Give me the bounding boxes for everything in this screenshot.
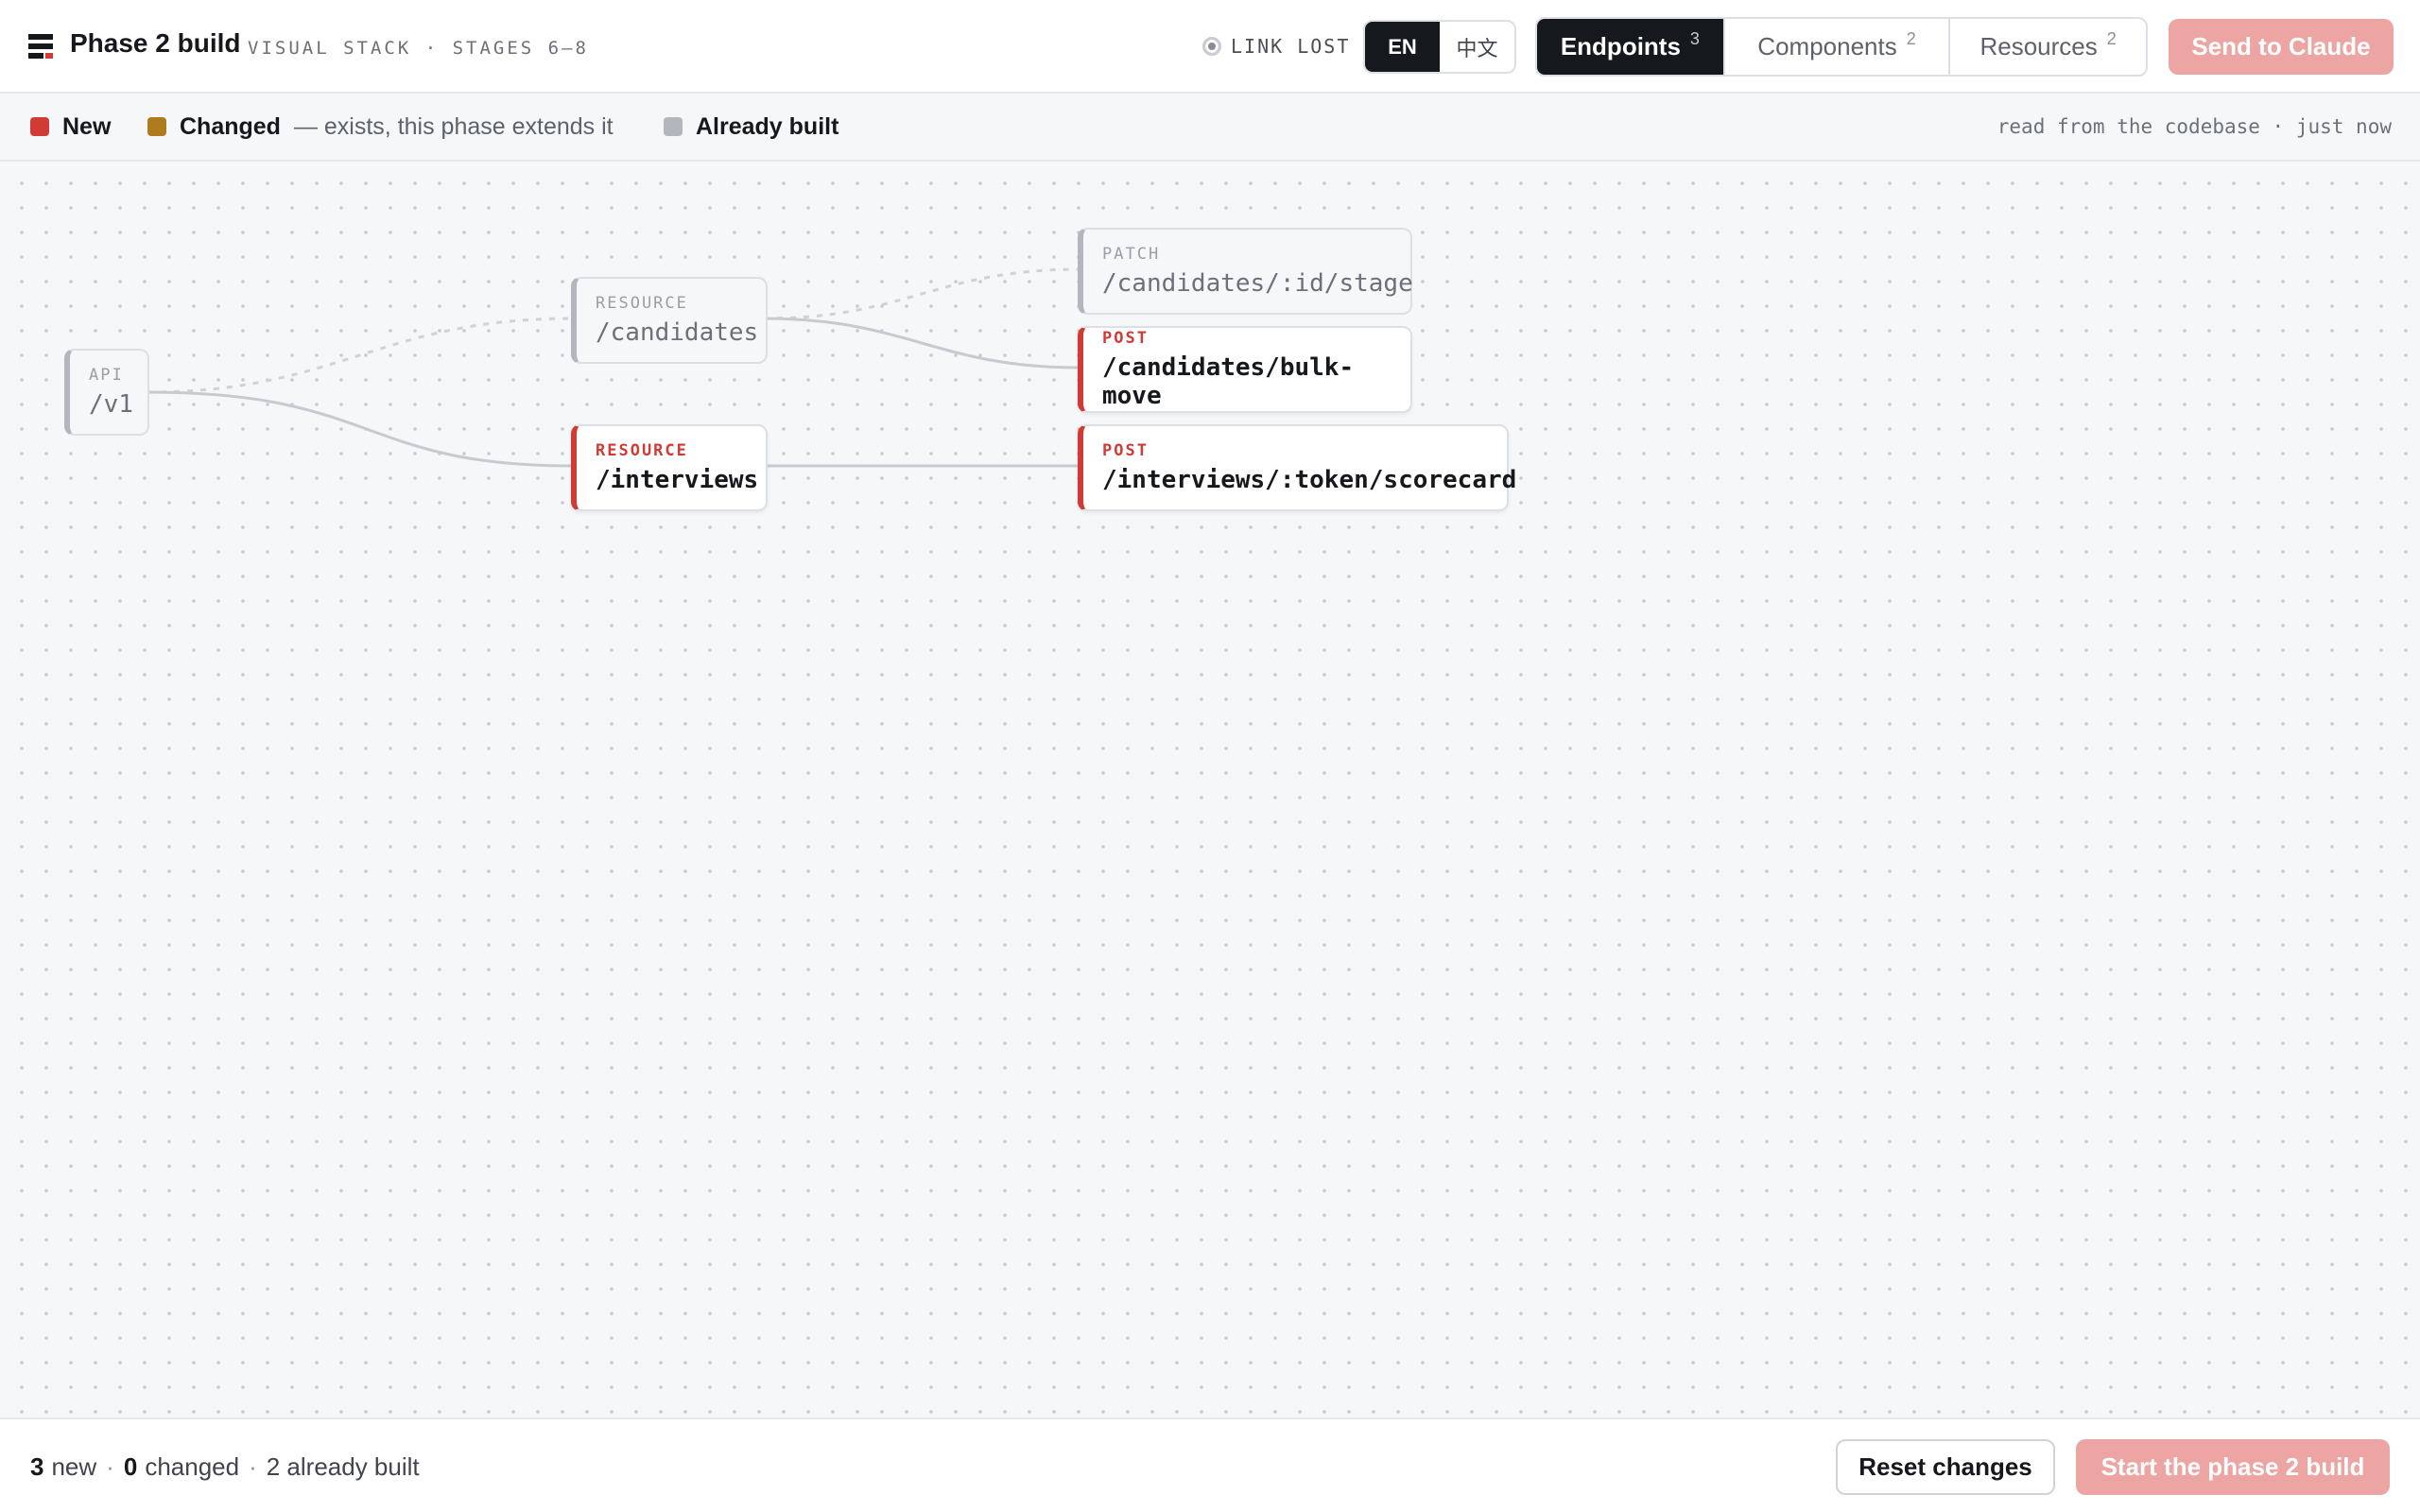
node-kind: RESOURCE — [596, 441, 688, 460]
node-path: /candidates — [596, 318, 759, 347]
tab-endpoints[interactable]: Endpoints 3 — [1537, 19, 1725, 75]
stack-logo-icon — [28, 34, 53, 59]
built-text: 2 already built — [266, 1452, 420, 1481]
node-path: /interviews — [596, 466, 759, 494]
send-to-claude-button[interactable]: Send to Claude — [2169, 19, 2394, 75]
node-kind: RESOURCE — [596, 294, 688, 313]
new-swatch-icon — [30, 117, 49, 136]
tab-endpoints-label: Endpoints — [1560, 32, 1681, 60]
new-count: 3 — [30, 1452, 44, 1481]
tab-endpoints-count: 3 — [1689, 29, 1700, 48]
edge-v1-interviews — [147, 390, 574, 468]
legend-changed: Changed — exists, this phase extends it — [147, 94, 614, 160]
legend-built-label: Already built — [696, 112, 839, 140]
page-subtitle: VISUAL STACK · STAGES 6–8 — [248, 38, 589, 59]
summary-separator: · — [106, 1452, 114, 1481]
node-kind: POST — [1102, 441, 1149, 460]
tab-components-label: Components — [1757, 32, 1897, 60]
node-kind: POST — [1102, 329, 1149, 348]
view-tabs: Endpoints 3 Components 2 Resources 2 — [1535, 17, 2148, 77]
lang-zh-button[interactable]: 中文 — [1440, 22, 1514, 72]
changed-text: changed — [145, 1452, 240, 1481]
source-note: read from the codebase · just now — [1996, 115, 2392, 138]
node-api-v1[interactable]: API /v1 — [64, 349, 149, 436]
node-kind: PATCH — [1102, 245, 1161, 264]
changed-count: 0 — [123, 1452, 138, 1481]
tab-resources-count: 2 — [2106, 29, 2117, 48]
link-status-text: LINK LOST — [1231, 35, 1351, 58]
node-post-bulk-move[interactable]: POST /candidates/bulk-move — [1078, 326, 1412, 413]
built-swatch-icon — [664, 117, 683, 136]
link-status: LINK LOST — [1202, 34, 1350, 59]
edge-candidates-bulk — [763, 317, 1080, 369]
edge-v1-candidates — [147, 317, 574, 394]
changed-swatch-icon — [147, 117, 166, 136]
legend-changed-note: — exists, this phase extends it — [293, 112, 614, 140]
lang-en-button[interactable]: EN — [1365, 22, 1440, 72]
change-summary: 3 new · 0 changed · 2 already built — [30, 1419, 420, 1512]
node-path: /candidates/:id/stage — [1102, 269, 1413, 298]
node-path: /interviews/:token/scorecard — [1102, 466, 1517, 494]
node-kind: API — [89, 366, 124, 385]
tab-resources[interactable]: Resources 2 — [1950, 19, 2146, 75]
edge-candidates-stage — [763, 267, 1080, 320]
node-path: /v1 — [89, 390, 133, 419]
legend-changed-label: Changed — [180, 112, 281, 140]
top-bar: Phase 2 build VISUAL STACK · STAGES 6–8 … — [0, 0, 2420, 94]
tab-components-count: 2 — [1906, 29, 1916, 48]
tab-resources-label: Resources — [1979, 32, 2098, 60]
legend-new-label: New — [62, 112, 112, 140]
bottom-bar: 3 new · 0 changed · 2 already built Rese… — [0, 1418, 2420, 1512]
reset-changes-button[interactable]: Reset changes — [1836, 1439, 2055, 1495]
legend-bar: New Changed — exists, this phase extends… — [0, 94, 2420, 162]
node-path: /candidates/bulk-move — [1102, 353, 1355, 410]
status-dot-icon — [1202, 37, 1221, 56]
node-patch-stage[interactable]: PATCH /candidates/:id/stage — [1078, 228, 1413, 315]
new-text: new — [51, 1452, 97, 1481]
legend-new: New — [30, 94, 111, 160]
start-build-button[interactable]: Start the phase 2 build — [2076, 1439, 2390, 1495]
endpoint-canvas[interactable]: API /v1 RESOURCE /candidates RESOURCE /i… — [0, 162, 2420, 1418]
language-toggle: EN 中文 — [1363, 20, 1516, 74]
node-post-scorecard[interactable]: POST /interviews/:token/scorecard — [1078, 424, 1517, 511]
page-title: Phase 2 build — [70, 28, 241, 58]
node-resource-candidates[interactable]: RESOURCE /candidates — [571, 277, 768, 364]
tab-components[interactable]: Components 2 — [1725, 19, 1951, 75]
node-resource-interviews[interactable]: RESOURCE /interviews — [571, 424, 768, 511]
summary-separator: · — [249, 1452, 257, 1481]
legend-built: Already built — [664, 94, 838, 160]
